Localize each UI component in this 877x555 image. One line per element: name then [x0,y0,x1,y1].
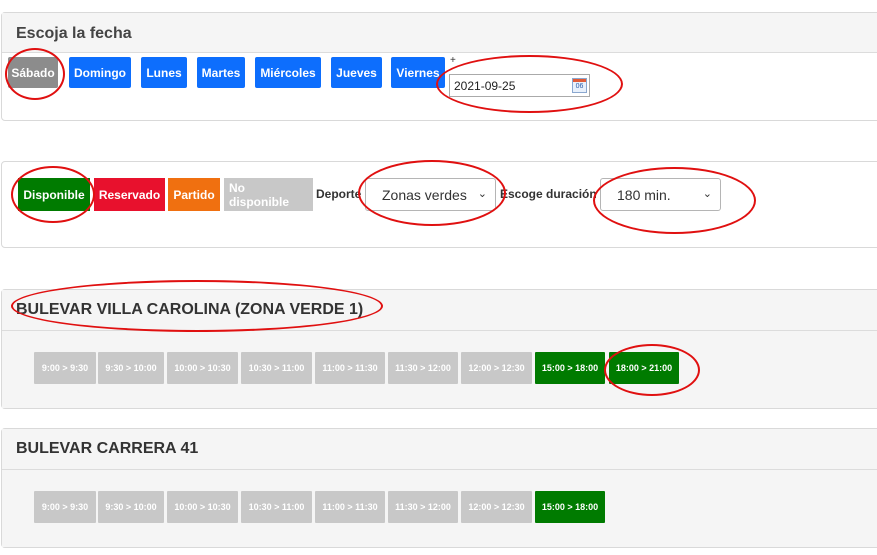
time-slot[interactable]: 9:30 > 10:00 [98,491,164,523]
day-button-lunes[interactable]: Lunes [141,57,187,88]
time-slot[interactable]: 9:30 > 10:00 [98,352,164,384]
time-slot[interactable]: 15:00 > 18:00 [535,352,605,384]
date-value: 2021-09-25 [454,78,516,93]
day-button-miercoles[interactable]: Miércoles [255,57,321,88]
venue-panel: BULEVAR VILLA CAROLINA (ZONA VERDE 1) 9:… [1,289,877,409]
time-slot[interactable]: 10:30 > 11:00 [241,352,312,384]
time-slot[interactable]: 12:00 > 12:30 [461,352,532,384]
venue-title: BULEVAR CARRERA 41 [2,429,877,470]
day-button-sabado[interactable]: Sábado [8,57,58,88]
time-slot[interactable]: 11:30 > 12:00 [388,491,458,523]
venue-title: BULEVAR VILLA CAROLINA (ZONA VERDE 1) [2,290,877,331]
duration-select-value: 180 min. [617,186,671,203]
time-slot[interactable]: 11:00 > 11:30 [315,491,385,523]
time-slot[interactable]: 18:00 > 21:00 [609,352,679,384]
date-panel-title: Escoja la fecha [2,13,877,53]
time-slot[interactable]: 9:00 > 9:30 [34,491,96,523]
plus-icon[interactable]: + [450,55,456,66]
time-slot[interactable]: 10:30 > 11:00 [241,491,312,523]
chevron-down-icon: ⌄ [702,188,712,200]
duration-label: Escoge duración [500,187,597,201]
sport-select[interactable]: Zonas verdes ⌄ [365,178,496,211]
calendar-icon[interactable]: 06 [572,78,587,93]
legend-badge-disponible: Disponible [18,178,90,211]
slot-list: 9:00 > 9:30 9:30 > 10:00 10:00 > 10:30 1… [2,470,877,547]
duration-select[interactable]: 180 min. ⌄ [600,178,721,211]
day-button-viernes[interactable]: Viernes [391,57,445,88]
time-slot[interactable]: 11:00 > 11:30 [315,352,385,384]
sport-select-value: Zonas verdes [382,186,467,203]
chevron-down-icon: ⌄ [477,188,487,200]
day-button-domingo[interactable]: Domingo [69,57,131,88]
slot-list: 9:00 > 9:30 9:30 > 10:00 10:00 > 10:30 1… [2,331,877,408]
venue-panel: BULEVAR CARRERA 41 9:00 > 9:30 9:30 > 10… [1,428,877,548]
time-slot[interactable]: 12:00 > 12:30 [461,491,532,523]
time-slot[interactable]: 9:00 > 9:30 [34,352,96,384]
day-button-martes[interactable]: Martes [197,57,245,88]
legend-badge-no-disponible: No disponible [224,178,313,211]
legend-badge-reservado: Reservado [94,178,165,211]
legend-badge-partido: Partido [168,178,220,211]
date-input[interactable]: 2021-09-25 06 [449,74,590,97]
time-slot[interactable]: 15:00 > 18:00 [535,491,605,523]
sport-label: Deporte [316,187,362,201]
time-slot[interactable]: 11:30 > 12:00 [388,352,458,384]
day-button-jueves[interactable]: Jueves [331,57,382,88]
time-slot[interactable]: 10:00 > 10:30 [167,352,238,384]
time-slot[interactable]: 10:00 > 10:30 [167,491,238,523]
